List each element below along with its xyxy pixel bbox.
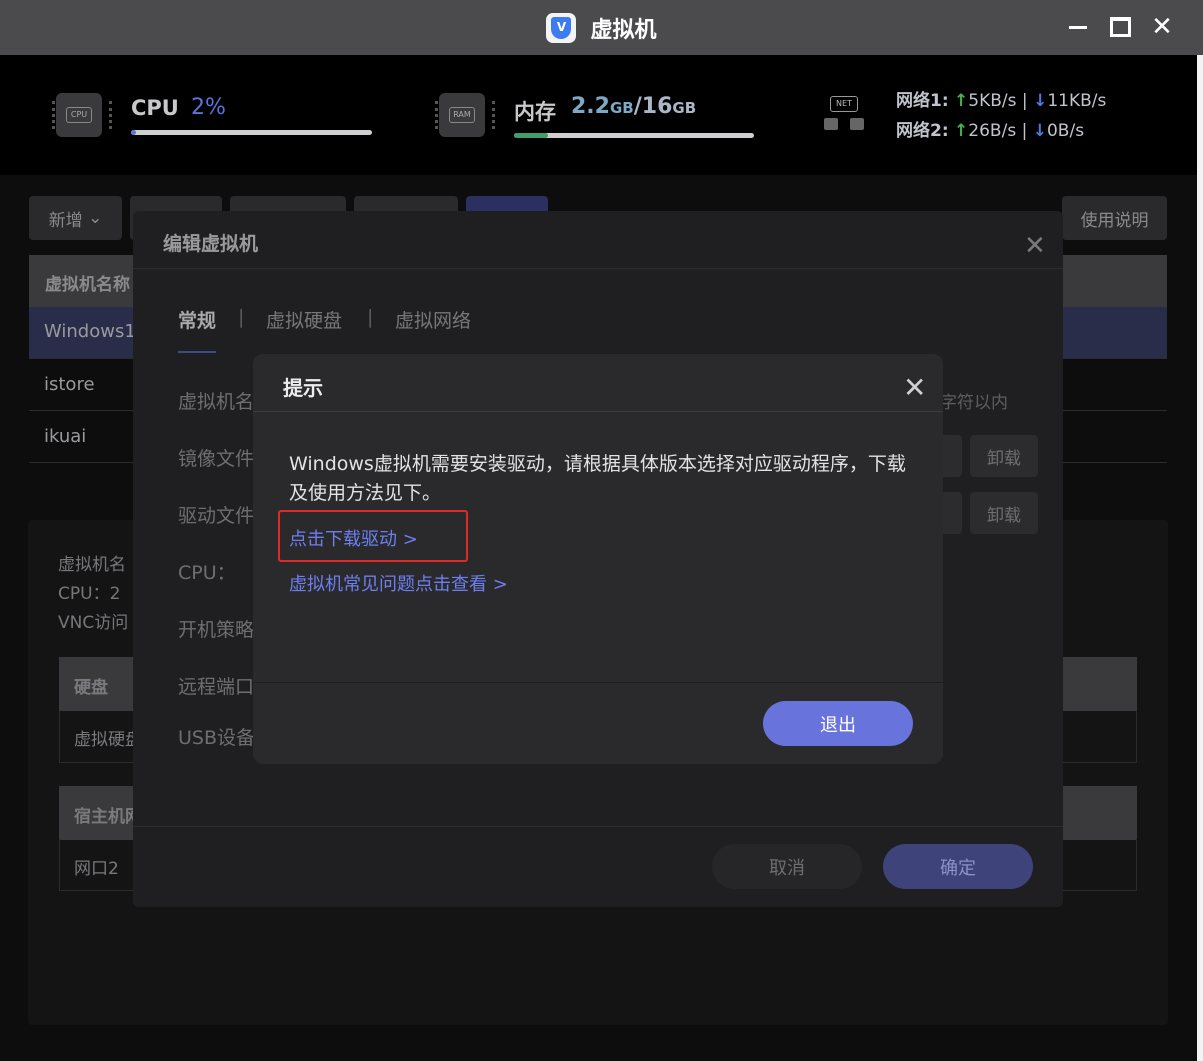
- network-1-stat: 网络1: ↑5KB/s | ↓11KB/s: [896, 91, 1107, 111]
- ram-chip-icon: RAM: [435, 93, 495, 137]
- chevron-down-icon: ⌄: [88, 208, 103, 228]
- active-tab-underline: [178, 351, 216, 353]
- download-arrow-icon: ↓: [1033, 91, 1048, 111]
- exit-button[interactable]: 退出: [763, 701, 913, 746]
- cancel-button[interactable]: 取消: [712, 844, 862, 889]
- cpu-label: CPU: [131, 96, 179, 120]
- tab-general[interactable]: 常规: [178, 306, 216, 333]
- app-logo-icon: V: [546, 12, 577, 43]
- memory-usage-bar: [514, 133, 754, 138]
- divider: [133, 268, 1063, 269]
- network-2-stat: 网络2: ↑26B/s | ↓0B/s: [896, 121, 1085, 141]
- unload-image-button[interactable]: 卸载: [970, 435, 1038, 477]
- vm-name-length-hint: 字符以内: [940, 393, 1008, 413]
- vm-row-name: Windows1: [44, 321, 136, 342]
- driver-file-select-button[interactable]: [940, 492, 962, 534]
- detail-vnc-label: VNC访问: [58, 613, 129, 633]
- confirm-button[interactable]: 确定: [883, 844, 1033, 889]
- tab-virtual-network[interactable]: 虚拟网络: [395, 306, 471, 333]
- app-title-group: V 虚拟机: [0, 0, 1203, 55]
- vm-row-name: ikuai: [44, 426, 87, 447]
- form-label-cpu: CPU：: [178, 562, 236, 584]
- window-title: 虚拟机: [590, 17, 657, 43]
- app-window: V 虚拟机 ✕ CPU CPU 2% RAM 内存 2.2GB/16GB NET…: [0, 0, 1203, 1061]
- divider: [253, 682, 943, 683]
- minimize-icon[interactable]: [1066, 14, 1090, 40]
- unload-driver-button[interactable]: 卸载: [970, 492, 1038, 534]
- tab-virtual-disk[interactable]: 虚拟硬盘: [266, 306, 342, 333]
- highlight-box: [278, 510, 468, 562]
- hint-dialog-close-icon[interactable]: ✕: [903, 374, 926, 402]
- network-icon: NET: [824, 96, 864, 136]
- help-button[interactable]: 使用说明: [1062, 196, 1167, 240]
- vm-name-column-header: 虚拟机名称: [45, 275, 130, 295]
- window-close-icon[interactable]: ✕: [1150, 14, 1174, 40]
- divider: [133, 826, 1063, 827]
- form-label-image-file: 镜像文件: [178, 448, 255, 470]
- cpu-chip-icon: CPU: [52, 93, 112, 137]
- cpu-value: 2%: [191, 95, 226, 120]
- cpu-usage-fill: [131, 130, 136, 135]
- cpu-usage-bar: [131, 130, 372, 135]
- image-file-select-button[interactable]: [940, 435, 962, 477]
- tab-separator: |: [367, 306, 374, 328]
- tab-separator: |: [238, 306, 245, 328]
- form-label-boot-policy: 开机策略: [178, 619, 255, 641]
- form-label-driver-file: 驱动文件: [178, 505, 255, 527]
- disk-row-text: 虚拟硬盘: [74, 730, 142, 750]
- form-label-usb-device: USB设备: [178, 727, 256, 749]
- detail-name-label: 虚拟机名: [58, 555, 126, 575]
- hint-dialog-title: 提示: [283, 376, 323, 400]
- form-label-vm-name: 虚拟机名: [178, 391, 255, 413]
- edit-dialog-close-icon[interactable]: ✕: [1024, 231, 1046, 261]
- upload-arrow-icon: ↑: [954, 121, 969, 141]
- memory-usage-fill: [514, 133, 548, 138]
- download-arrow-icon: ↓: [1032, 121, 1047, 141]
- hint-message: Windows虚拟机需要安装驱动，请根据具体版本选择对应驱动程序，下载及使用方法…: [289, 453, 906, 504]
- disk-column-header: 硬盘: [74, 678, 108, 698]
- vm-row-name: istore: [44, 374, 95, 395]
- host-network-row-text: 网口2: [74, 859, 119, 879]
- maximize-icon[interactable]: [1108, 14, 1132, 40]
- window-edge: [1197, 55, 1203, 1061]
- vm-faq-link[interactable]: 虚拟机常见问题点击查看 >: [289, 570, 508, 596]
- divider: [253, 411, 943, 412]
- new-dropdown-button[interactable]: 新增 ⌄: [29, 196, 122, 240]
- form-label-remote-port: 远程端口: [178, 676, 255, 698]
- detail-cpu-text: CPU：2: [58, 584, 121, 604]
- edit-dialog-title: 编辑虚拟机: [163, 233, 259, 255]
- memory-value: 2.2GB/16GB: [571, 94, 697, 119]
- upload-arrow-icon: ↑: [954, 91, 969, 111]
- host-network-column-header: 宿主机网: [74, 807, 142, 827]
- memory-label: 内存: [514, 100, 556, 124]
